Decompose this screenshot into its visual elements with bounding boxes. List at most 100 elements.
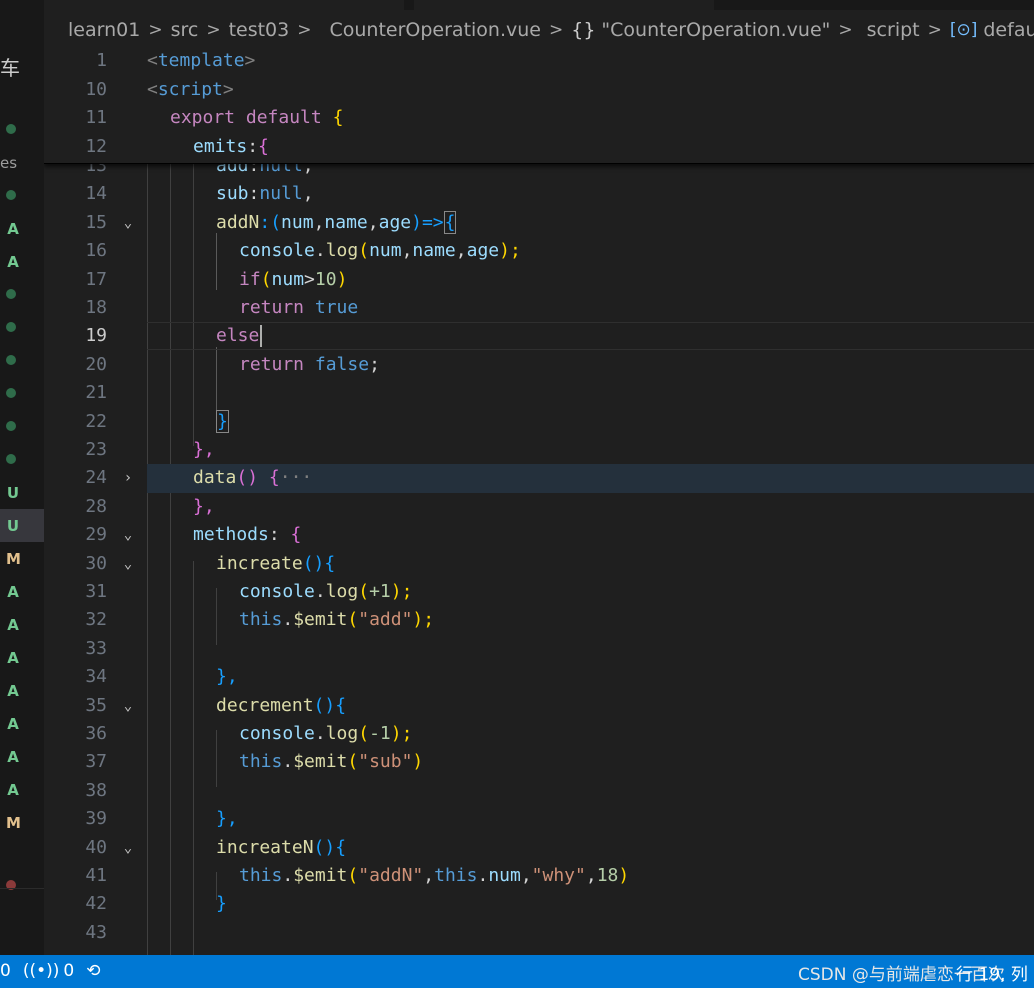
code-line[interactable]: 24 › data() {···	[44, 464, 1034, 492]
sidebar-row[interactable]: A	[0, 707, 44, 740]
code-line[interactable]: 14 sub:null,	[44, 180, 1034, 208]
sidebar-row-selected[interactable]: U	[0, 509, 44, 542]
line-number: 35	[85, 694, 107, 716]
status-badge: A	[7, 616, 19, 634]
sidebar-row[interactable]	[0, 409, 44, 442]
code-line[interactable]: 22 }	[44, 408, 1034, 436]
cursor-position[interactable]: 行 19, 列	[956, 960, 1028, 985]
sidebar-row[interactable]: M	[0, 542, 44, 575]
code-text: <template>	[147, 50, 256, 71]
chevron-down-icon[interactable]: ⌄	[118, 209, 138, 237]
sidebar-row[interactable]: A	[0, 773, 44, 806]
code-line[interactable]: 28 },	[44, 493, 1034, 521]
code-line[interactable]: 34 },	[44, 663, 1034, 691]
code-line[interactable]: 31 console.log(+1);	[44, 578, 1034, 606]
broadcast-icon[interactable]: ((•))	[23, 961, 60, 981]
line-number: 32	[85, 609, 107, 631]
code-line[interactable]: 29 ⌄ methods: {	[44, 521, 1034, 549]
code-text: return true	[239, 297, 359, 318]
text-cursor	[260, 325, 262, 347]
chevron-right-icon: >	[927, 20, 942, 40]
breadcrumb-item-folder[interactable]: learn01	[68, 19, 140, 41]
line-number: 19	[85, 325, 107, 347]
chevron-down-icon[interactable]: ⌄	[118, 692, 138, 720]
code-line[interactable]: 42 }	[44, 890, 1034, 918]
code-line[interactable]: 35 ⌄ decrement(){	[44, 692, 1034, 720]
code-line[interactable]: 23 },	[44, 436, 1034, 464]
status-badge: A	[7, 649, 19, 667]
sidebar-row[interactable]	[0, 376, 44, 409]
sidebar-row[interactable]: A	[0, 575, 44, 608]
breadcrumb-item-folder[interactable]: test03	[229, 19, 290, 41]
sidebar-section-fragment: es	[0, 154, 18, 172]
breadcrumb-item-file[interactable]: CounterOperation.vue	[329, 19, 541, 41]
sidebar-row[interactable]: A	[0, 608, 44, 641]
sidebar-row[interactable]: M	[0, 806, 44, 839]
sidebar-row[interactable]	[0, 310, 44, 343]
code-line[interactable]: 39 },	[44, 805, 1034, 833]
status-count[interactable]: 0	[0, 961, 11, 981]
code-line[interactable]: 43	[44, 919, 1034, 947]
code-line[interactable]: 21	[44, 379, 1034, 407]
chevron-down-icon[interactable]: ⌄	[118, 521, 138, 549]
status-badge: M	[6, 814, 21, 832]
code-line[interactable]: 40 ⌄ increateN(){	[44, 834, 1034, 862]
chevron-down-icon[interactable]: ⌄	[118, 550, 138, 578]
sidebar-row[interactable]: A	[0, 740, 44, 773]
code-line[interactable]: 37 this.$emit("sub")	[44, 748, 1034, 776]
code-line[interactable]: 33	[44, 635, 1034, 663]
code-text: increate(){	[216, 552, 336, 574]
code-text: this.$emit("sub")	[239, 751, 424, 773]
sidebar-row[interactable]: A	[0, 674, 44, 707]
line-number: 42	[85, 893, 107, 915]
code-line[interactable]: 16 console.log(num,name,age);	[44, 237, 1034, 265]
status-badge: A	[7, 748, 19, 766]
chevron-down-icon[interactable]: ⌄	[118, 834, 138, 862]
status-badge: A	[7, 682, 19, 700]
code-line[interactable]: 15 ⌄ addN:(num,name,age)=>{	[44, 209, 1034, 237]
code-text: export default {	[170, 107, 344, 128]
sidebar-row[interactable]: A	[0, 245, 44, 278]
sidebar-row[interactable]: U	[0, 476, 44, 509]
breadcrumb-item-symbol[interactable]: script	[867, 19, 920, 41]
code-editor[interactable]: 13 add:null, 14 sub:null, 15 ⌄ addN:(num…	[44, 50, 1034, 955]
code-line-active[interactable]: 19 else	[44, 322, 1034, 350]
code-line[interactable]: 41 this.$emit("addN",this.num,"why",18)	[44, 862, 1034, 890]
breadcrumb-item-symbol[interactable]: "CounterOperation.vue"	[601, 19, 830, 41]
sidebar-row[interactable]: A	[0, 212, 44, 245]
status-badge: A	[7, 583, 19, 601]
code-line[interactable]: 20 return false;	[44, 351, 1034, 379]
breadcrumb-item-folder[interactable]: src	[171, 19, 199, 41]
breadcrumb: learn01 > src > test03 > CounterOperatio…	[44, 10, 1034, 50]
editor-tab[interactable]	[414, 0, 714, 10]
sidebar-row[interactable]	[0, 178, 44, 211]
breadcrumb-item-symbol[interactable]: default	[983, 19, 1034, 41]
code-line[interactable]: 32 this.$emit("add");	[44, 606, 1034, 634]
code-line[interactable]: 36 console.log(-1);	[44, 720, 1034, 748]
sticky-line[interactable]: 12 emits:{	[44, 133, 1034, 161]
sidebar-row[interactable]: A	[0, 641, 44, 674]
object-braces-icon: {}	[571, 19, 596, 41]
line-number: 37	[85, 751, 107, 773]
sidebar-row[interactable]	[0, 277, 44, 310]
editor-tab[interactable]	[44, 0, 404, 10]
folded-ellipsis[interactable]: ···	[280, 467, 313, 488]
live-share-icon[interactable]: ⟲	[86, 961, 100, 981]
code-line[interactable]: 38	[44, 777, 1034, 805]
code-text: console.log(+1);	[239, 581, 413, 602]
code-line[interactable]: 17 if(num>10)	[44, 266, 1034, 294]
ports-count[interactable]: 0	[63, 961, 74, 981]
sticky-scroll-header[interactable]: 1 <template> 10 <script> 11 export defau…	[44, 50, 1034, 164]
sidebar-row[interactable]	[0, 112, 44, 145]
sticky-line[interactable]: 10 <script>	[44, 76, 1034, 104]
sticky-line[interactable]: 11 export default {	[44, 104, 1034, 132]
chevron-right-icon[interactable]: ›	[118, 464, 138, 492]
code-text: console.log(-1);	[239, 723, 413, 744]
sidebar-row[interactable]	[0, 343, 44, 376]
code-line[interactable]: 18 return true	[44, 294, 1034, 322]
sidebar-row[interactable]	[0, 442, 44, 475]
sticky-line[interactable]: 1 <template>	[44, 50, 1034, 75]
line-number: 31	[85, 581, 107, 602]
code-line[interactable]: 30 ⌄ increate(){	[44, 550, 1034, 578]
code-text: data() {···	[193, 467, 313, 489]
